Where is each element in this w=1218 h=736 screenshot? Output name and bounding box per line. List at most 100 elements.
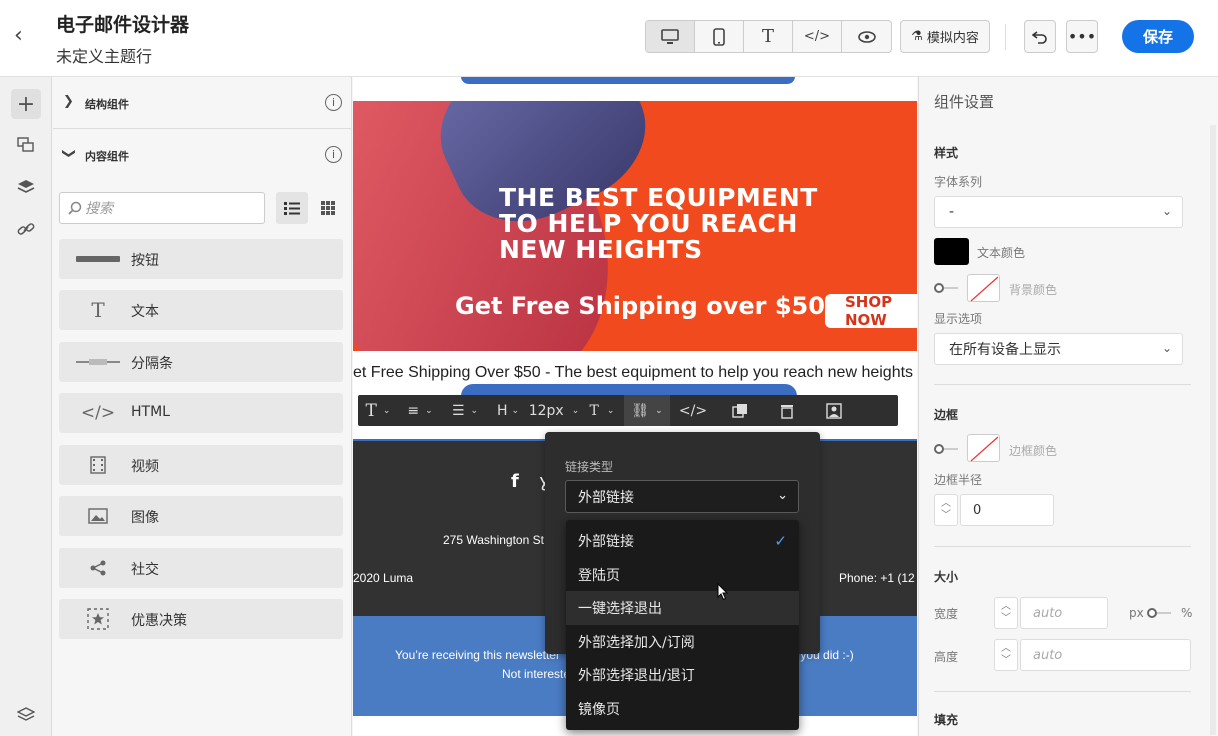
height-stepper[interactable]: ︿ ﹀ [994, 639, 1018, 671]
height-label: 高度 [934, 650, 959, 664]
link-dropdown[interactable]: ⛓ ⌄ [624, 395, 670, 426]
component-image[interactable]: 图像 [59, 496, 343, 536]
text-view-icon[interactable]: T [744, 21, 793, 52]
component-text[interactable]: T 文本 [59, 290, 343, 330]
component-divider[interactable]: 分隔条 [59, 342, 343, 382]
search-input[interactable]: 搜索 [59, 192, 265, 224]
duplicate-icon[interactable] [716, 395, 764, 426]
link-option[interactable]: 外部链接 ✓ [566, 524, 799, 558]
shop-now-button[interactable]: SHOP NOW [825, 293, 917, 329]
divider [934, 546, 1191, 547]
link-option[interactable]: 一键选择退出 [566, 591, 799, 625]
list-dropdown[interactable]: ☰ ⌄ [442, 395, 488, 426]
content-accordion[interactable]: ❯ 内容组件 i [53, 129, 352, 181]
divider [934, 384, 1191, 385]
grid-view-icon[interactable] [312, 192, 344, 224]
more-options-button[interactable]: ••• [1066, 20, 1098, 53]
display-options-select[interactable]: 在所有设备上显示 ⌄ [934, 333, 1183, 365]
subject-line[interactable]: 未定义主题行 [56, 43, 152, 67]
component-label: 视频 [131, 459, 159, 475]
component-label: 按钮 [131, 253, 159, 269]
width-stepper[interactable]: ︿ ﹀ [994, 597, 1018, 629]
simulate-content-button[interactable]: ⚗ 模拟内容 [900, 20, 990, 53]
bg-color-swatch[interactable] [967, 274, 1000, 302]
font-family-value: - [949, 204, 955, 220]
header-divider [1005, 24, 1006, 50]
unit-toggle[interactable] [1147, 606, 1172, 620]
component-button[interactable]: 按钮 [59, 239, 343, 279]
html-icon: </> [80, 403, 116, 423]
font-family-select[interactable]: - ⌄ [934, 196, 1183, 228]
settings-scrollbar[interactable] [1210, 125, 1216, 735]
structure-accordion[interactable]: ❯ 结构组件 i [53, 77, 352, 129]
link-icon[interactable] [11, 214, 41, 244]
newsletter-text: You’re receiving this newsletter [395, 648, 560, 662]
height-input[interactable]: auto [1020, 639, 1191, 671]
top-header: ‹ 电子邮件设计器 未定义主题行 T </> ⚗ 模拟内容 ••• 保存 [0, 0, 1218, 77]
text-icon: T [91, 298, 105, 322]
top-button-block[interactable] [461, 77, 795, 84]
component-label: 优惠决策 [131, 613, 187, 629]
search-icon [68, 201, 82, 215]
heading-dropdown[interactable]: H ⌄ [488, 395, 528, 426]
text-block-caption[interactable]: et Free Shipping Over $50 - The best equ… [353, 364, 917, 382]
width-input[interactable]: auto [1020, 597, 1108, 629]
personalize-icon[interactable] [810, 395, 858, 426]
component-offer-decision[interactable]: 优惠决策 [59, 599, 343, 639]
left-rail: + [0, 77, 52, 736]
border-radius-stepper[interactable]: ︿ ﹀ [934, 494, 958, 526]
option-label: 外部选择退出/退订 [578, 668, 695, 684]
border-color-label: 边框颜色 [1009, 444, 1058, 458]
desktop-view-icon[interactable] [646, 21, 695, 52]
border-color-swatch[interactable] [967, 434, 1000, 462]
text-color-swatch[interactable] [934, 238, 969, 265]
font-style-dropdown[interactable]: T ⌄ [358, 395, 398, 426]
info-icon[interactable]: i [325, 146, 342, 163]
component-html[interactable]: </> HTML [59, 393, 343, 433]
banner-line-2: TO HELP YOU REACH [499, 209, 798, 238]
info-icon[interactable]: i [325, 94, 342, 111]
add-components-icon[interactable]: + [11, 89, 41, 119]
link-type-select[interactable]: 外部链接 ⌄ [565, 480, 799, 513]
preview-eye-icon[interactable] [842, 21, 891, 52]
link-option[interactable]: 外部选择退出/退订 [566, 658, 799, 692]
banner-line-3: NEW HEIGHTS [499, 235, 703, 264]
style-heading: 样式 [934, 146, 959, 160]
list-view-icon[interactable] [276, 192, 308, 224]
link-option[interactable]: 镜像页 [566, 692, 799, 726]
link-option[interactable]: 外部选择加入/订阅 [566, 625, 799, 659]
chevron-down-icon: ❯ [60, 148, 76, 159]
code-view-icon[interactable]: </> [793, 21, 842, 52]
border-color-toggle[interactable] [934, 442, 959, 456]
undo-button[interactable] [1024, 20, 1056, 53]
layers-icon[interactable] [11, 172, 41, 202]
align-dropdown[interactable]: ≡ ⌄ [398, 395, 442, 426]
back-chevron-icon[interactable]: ‹ [14, 24, 36, 48]
border-radius-input[interactable]: 0 [960, 494, 1054, 526]
link-icon: ⛓ [631, 402, 650, 419]
undo-icon [1032, 30, 1047, 44]
facebook-icon[interactable]: f [511, 471, 519, 492]
fragments-icon[interactable] [11, 130, 41, 160]
size-heading: 大小 [934, 570, 959, 584]
validation-icon[interactable] [11, 700, 41, 730]
option-label: 镜像页 [578, 702, 620, 718]
hero-banner-image[interactable]: THE BEST EQUIPMENT TO HELP YOU REACH NEW H… [353, 101, 917, 351]
mobile-view-icon[interactable] [695, 21, 744, 52]
footer-phone: Phone: +1 (12 [839, 571, 915, 585]
unit-px: px [1129, 606, 1144, 620]
banner-headline: THE BEST EQUIPMENT TO HELP YOU REACH NEW H… [499, 185, 818, 263]
component-video[interactable]: 视频 [59, 445, 343, 485]
link-option[interactable]: 登陆页 [566, 558, 799, 592]
delete-icon[interactable] [764, 395, 810, 426]
page-title: 电子邮件设计器 [56, 14, 190, 36]
component-social[interactable]: 社交 [59, 548, 343, 588]
text-color-dropdown[interactable]: T ⌄ [580, 395, 624, 426]
save-button[interactable]: 保存 [1122, 20, 1194, 53]
chevron-down-icon: ⌄ [1161, 341, 1172, 355]
bg-color-toggle[interactable] [934, 281, 959, 295]
link-type-selected: 外部链接 [578, 489, 634, 506]
unit-percent: % [1181, 606, 1193, 620]
code-icon[interactable]: </> [670, 395, 716, 426]
font-size-dropdown[interactable]: 12px ⌄ [528, 395, 580, 426]
